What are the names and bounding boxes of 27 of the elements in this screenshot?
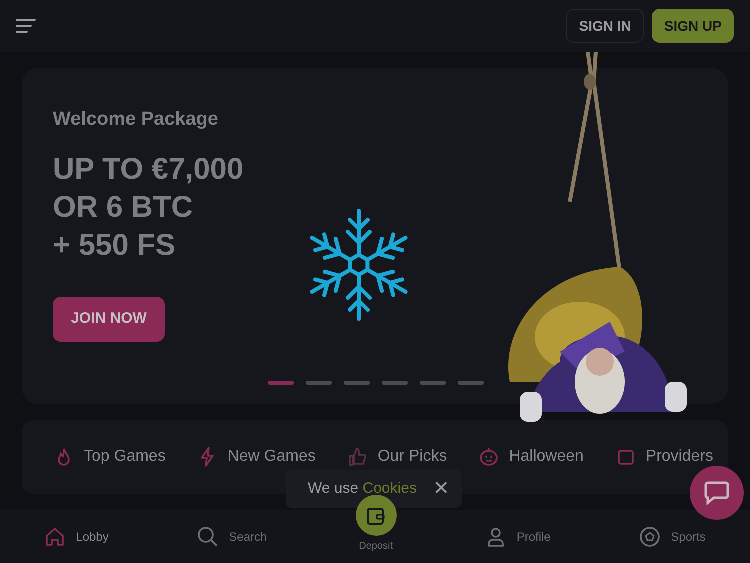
join-now-button[interactable]: JOIN NOW [53,296,165,342]
headline-text: + 550 FS [53,228,177,264]
home-icon [44,526,66,548]
thumbs-up-icon [348,447,368,467]
box-icon [616,447,636,467]
pumpkin-icon [479,447,500,467]
category-link[interactable]: Providers [646,445,714,469]
menu-icon[interactable] [16,19,36,33]
search-icon [197,526,220,548]
chat-bubble-icon [704,480,730,506]
nav-tab[interactable]: Search [197,526,268,548]
category-link[interactable]: Top Games [84,445,166,469]
nav-tab[interactable]: Lobby [44,526,109,548]
close-button[interactable]: ✕ [433,479,450,499]
nav-label: Deposit [359,540,393,554]
category-link[interactable]: Halloween [509,445,584,469]
soccer-ball-icon [639,526,662,548]
headline-text: UP TO €7,000 [53,152,245,188]
category-link[interactable]: New Games [228,445,316,469]
headline-text: OR 6 BTC [53,190,194,226]
nav-tab[interactable]: Profile [484,526,551,548]
nav-tab[interactable]: Sports [639,526,706,548]
sign-up-button[interactable]: SIGN UP [652,9,734,43]
deposit-button[interactable] [356,495,397,536]
sign-in-button[interactable]: SIGN IN [566,9,644,43]
category-link[interactable]: Our Picks [378,445,448,469]
banner-subtitle: Welcome Package [53,108,220,132]
